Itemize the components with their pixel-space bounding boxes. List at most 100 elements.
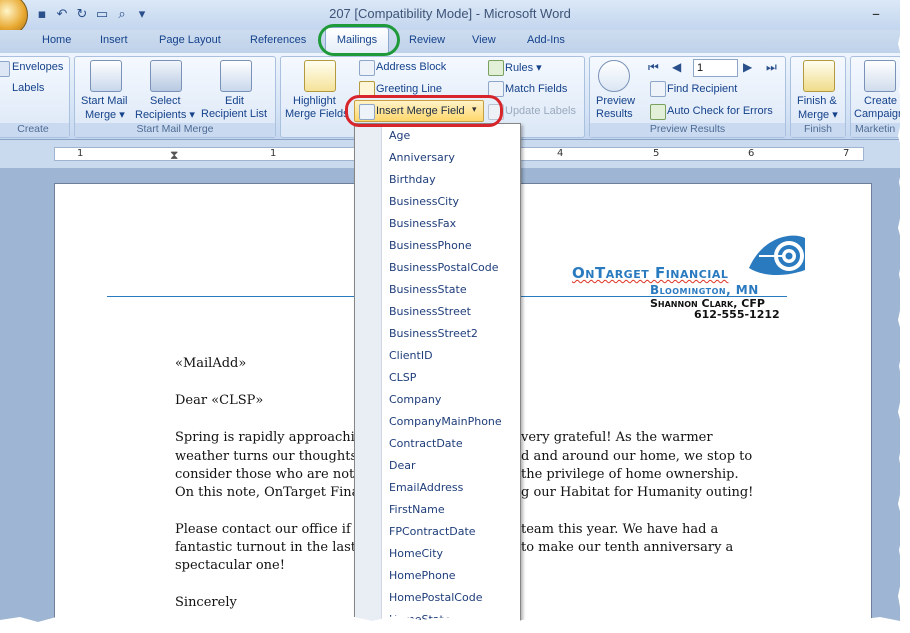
ribbon-tabs: Home Insert Page Layout References Revie… bbox=[0, 30, 900, 53]
body-line: d and around our home, we stop to bbox=[521, 449, 753, 464]
ruler-number: 7 bbox=[843, 148, 850, 159]
company-name: OnTarget Financial bbox=[572, 264, 729, 282]
edit-recipient-list-label-1[interactable]: Edit bbox=[225, 95, 244, 107]
highlight-merge-fields-label-2[interactable]: Merge Fields bbox=[285, 108, 349, 120]
preview-results-icon bbox=[598, 60, 630, 92]
word-window: ▪ ↶ ↻ ▭ ⌕ ▾ 207 [Compatibility Mode] - M… bbox=[0, 0, 900, 624]
rules-icon bbox=[488, 60, 504, 76]
body-line: fantastic turnout in the last r bbox=[175, 540, 367, 555]
group-label-preview-results: Preview Results bbox=[590, 123, 785, 137]
company-city: Bloomington, MN bbox=[650, 283, 759, 297]
merge-field-item[interactable]: Birthday bbox=[389, 173, 436, 186]
finish-merge-label-1[interactable]: Finish & bbox=[797, 95, 837, 107]
tab-references[interactable]: References bbox=[250, 34, 306, 46]
group-label-start-mail-merge: Start Mail Merge bbox=[75, 123, 275, 137]
merge-field-item[interactable]: CLSP bbox=[389, 371, 416, 384]
window-title: 207 [Compatibility Mode] - Microsoft Wor… bbox=[329, 6, 571, 21]
group-label-finish: Finish bbox=[791, 123, 845, 137]
insert-merge-field-highlight bbox=[345, 95, 503, 127]
merge-field-item[interactable]: BusinessCity bbox=[389, 195, 459, 208]
body-line: Please contact our office if y bbox=[175, 522, 363, 537]
merge-field-item[interactable]: HomeCity bbox=[389, 547, 443, 560]
address-block-button[interactable]: Address Block bbox=[376, 61, 446, 73]
ruler-number: 1 bbox=[77, 148, 84, 159]
select-recipients-label-2[interactable]: Recipients ▾ bbox=[135, 108, 195, 121]
merge-field-item[interactable]: FPContractDate bbox=[389, 525, 476, 538]
merge-field-item[interactable]: BusinessFax bbox=[389, 217, 456, 230]
find-recipient-icon bbox=[650, 81, 666, 97]
merge-field-item[interactable]: BusinessPhone bbox=[389, 239, 472, 252]
preview-results-label-1[interactable]: Preview bbox=[596, 95, 635, 107]
minimize-button[interactable]: – bbox=[872, 4, 880, 23]
body-line: team this year. We have had a bbox=[521, 522, 719, 537]
merge-field-item[interactable]: Anniversary bbox=[389, 151, 455, 164]
start-mail-merge-label-1[interactable]: Start Mail bbox=[81, 95, 127, 107]
find-recipient-button[interactable]: Find Recipient bbox=[667, 83, 737, 95]
ruler-number: 5 bbox=[653, 148, 660, 159]
body-line: to make our tenth anniversary a bbox=[521, 540, 734, 555]
auto-check-errors-button[interactable]: Auto Check for Errors bbox=[667, 105, 773, 117]
dropdown-gutter bbox=[355, 124, 382, 624]
body-line: very grateful! As the warmer bbox=[521, 430, 713, 445]
auto-check-icon bbox=[650, 104, 666, 120]
select-recipients-label-1[interactable]: Select bbox=[150, 95, 181, 107]
next-record-icon[interactable]: ▶ bbox=[743, 60, 752, 74]
merge-field-item[interactable]: Dear bbox=[389, 459, 416, 472]
rules-button[interactable]: Rules ▾ bbox=[505, 61, 542, 74]
tab-home[interactable]: Home bbox=[42, 34, 71, 46]
torn-edge-right bbox=[898, 0, 910, 633]
tab-view[interactable]: View bbox=[472, 34, 496, 46]
body-line: g our Habitat for Humanity outing! bbox=[521, 485, 754, 500]
merge-field-item[interactable]: BusinessStreet2 bbox=[389, 327, 478, 340]
merge-field-item[interactable]: BusinessState bbox=[389, 283, 467, 296]
previous-record-icon[interactable]: ◀ bbox=[672, 60, 681, 74]
merge-field-item[interactable]: ClientID bbox=[389, 349, 433, 362]
tab-page-layout[interactable]: Page Layout bbox=[159, 34, 221, 46]
ruler-number: 4 bbox=[557, 148, 564, 159]
finish-merge-icon bbox=[803, 60, 835, 92]
merge-field-dropdown: Age Anniversary Birthday BusinessCity Bu… bbox=[354, 123, 521, 624]
body-line: Spring is rapidly approachin bbox=[175, 430, 364, 445]
ruler-number: 1 bbox=[270, 148, 277, 159]
merge-field-item[interactable]: BusinessPostalCode bbox=[389, 261, 498, 274]
merge-field-item[interactable]: Company bbox=[389, 393, 441, 406]
merge-field-item[interactable]: ContractDate bbox=[389, 437, 463, 450]
match-fields-button[interactable]: Match Fields bbox=[505, 83, 567, 95]
edit-recipient-list-label-2[interactable]: Recipient List bbox=[201, 108, 267, 120]
ruler-number: 6 bbox=[748, 148, 755, 159]
greeting-line: Dear «CLSP» bbox=[175, 393, 264, 408]
last-record-icon[interactable]: ⏭ bbox=[766, 60, 777, 75]
labels-button[interactable]: Labels bbox=[12, 82, 44, 94]
finish-merge-label-2[interactable]: Merge ▾ bbox=[798, 108, 838, 121]
edit-recipient-list-icon bbox=[220, 60, 252, 92]
record-number-input[interactable]: 1 bbox=[693, 59, 738, 77]
envelopes-button[interactable]: Envelopes bbox=[12, 61, 63, 73]
tab-add-ins[interactable]: Add-Ins bbox=[527, 34, 565, 46]
body-line: consider those who are not f bbox=[175, 467, 364, 482]
merge-field-item[interactable]: HomePhone bbox=[389, 569, 456, 582]
merge-field-item[interactable]: Age bbox=[389, 129, 410, 142]
indent-marker-icon[interactable]: ⧗ bbox=[170, 148, 178, 163]
advisor-phone: 612-555-1212 bbox=[694, 308, 780, 321]
merge-field-item[interactable]: CompanyMainPhone bbox=[389, 415, 502, 428]
mailings-tab-highlight bbox=[318, 24, 400, 56]
megaphone-icon bbox=[864, 60, 896, 92]
merge-field-mailadd: «MailAdd» bbox=[175, 356, 247, 371]
first-record-icon[interactable]: ⏮ bbox=[648, 60, 659, 75]
merge-field-item[interactable]: HomePostalCode bbox=[389, 591, 482, 604]
highlight-merge-fields-label-1[interactable]: Highlight bbox=[293, 95, 336, 107]
merge-field-item[interactable]: BusinessStreet bbox=[389, 305, 471, 318]
tab-review[interactable]: Review bbox=[409, 34, 445, 46]
body-line: weather turns our thoughts t bbox=[175, 449, 367, 464]
merge-field-item[interactable]: FirstName bbox=[389, 503, 445, 516]
select-recipients-icon bbox=[150, 60, 182, 92]
preview-results-label-2[interactable]: Results bbox=[596, 108, 633, 120]
merge-field-item[interactable]: EmailAddress bbox=[389, 481, 463, 494]
tab-insert[interactable]: Insert bbox=[100, 34, 128, 46]
greeting-line-button[interactable]: Greeting Line bbox=[376, 83, 442, 95]
start-mail-merge-label-2[interactable]: Merge ▾ bbox=[85, 108, 125, 121]
torn-edge-bottom bbox=[0, 615, 910, 633]
group-label-create: Create bbox=[0, 123, 69, 137]
update-labels-button[interactable]: Update Labels bbox=[505, 105, 576, 117]
address-block-icon bbox=[359, 60, 375, 76]
